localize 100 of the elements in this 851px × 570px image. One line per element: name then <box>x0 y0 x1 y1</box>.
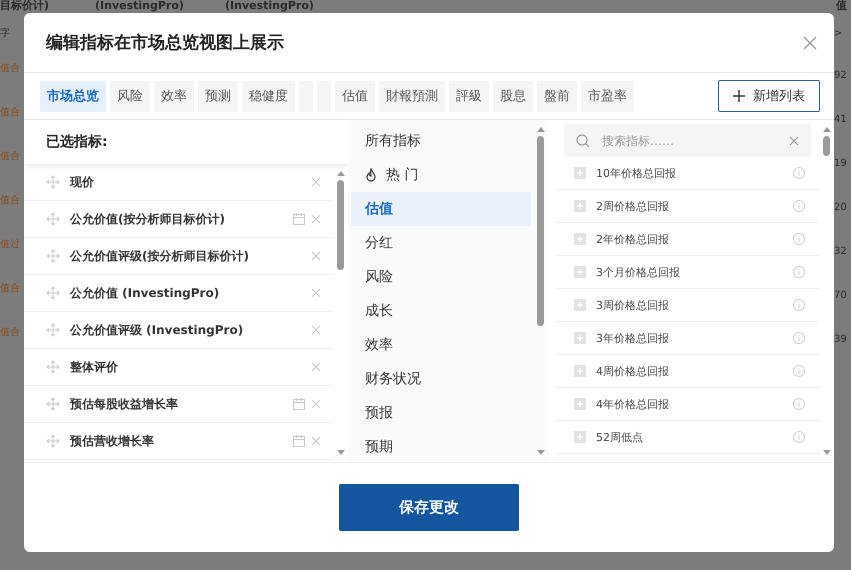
metric-option[interactable]: 2周价格总回报 <box>596 198 783 214</box>
scrollbar-thumb[interactable] <box>823 136 830 156</box>
scroll-up-icon[interactable] <box>822 126 830 132</box>
add-icon[interactable] <box>574 299 586 311</box>
tab[interactable]: 风险 <box>110 80 150 112</box>
remove-icon[interactable] <box>311 251 321 261</box>
category-item[interactable]: 财务状况 <box>351 362 531 396</box>
add-icon[interactable] <box>574 233 586 245</box>
drag-handle-icon[interactable] <box>46 434 60 448</box>
metric-option[interactable]: 3周价格总回报 <box>596 298 783 312</box>
category-item[interactable]: 分红 <box>351 226 531 260</box>
metric-option[interactable]: 4周价格总回报 <box>596 364 783 378</box>
metric-option[interactable]: 10年价格总回报 <box>596 166 783 180</box>
drag-handle-icon[interactable] <box>46 286 60 300</box>
tab[interactable]: 估值 <box>335 80 375 112</box>
info-icon[interactable] <box>793 431 805 443</box>
add-icon[interactable] <box>574 200 586 212</box>
selected-metric-row[interactable]: 整体评价 <box>24 349 333 386</box>
add-icon[interactable] <box>574 332 586 344</box>
add-icon[interactable] <box>574 365 586 377</box>
flame-icon <box>365 168 377 182</box>
add-list-button[interactable]: 新增列表 <box>718 80 820 112</box>
metric-option[interactable]: 4年价格总回报 <box>596 396 783 412</box>
category-item[interactable]: 风险 <box>351 260 531 294</box>
remove-icon[interactable] <box>311 214 321 224</box>
drag-handle-icon[interactable] <box>46 175 60 189</box>
info-icon[interactable] <box>793 266 805 278</box>
metric-option[interactable]: 3个月价格总回报 <box>596 264 783 280</box>
clear-icon[interactable] <box>789 136 799 146</box>
rating-text: 值合 <box>0 106 21 120</box>
table-header-text: 值 <box>836 0 847 12</box>
search-field[interactable]: 搜索指标…… <box>564 124 811 157</box>
category-item[interactable]: 所有指标 <box>351 124 531 158</box>
metric-option[interactable]: 52周低点 <box>596 430 783 444</box>
selected-metric-row[interactable]: 公允价值(按分析师目标价计) <box>24 201 333 238</box>
scroll-down-icon[interactable] <box>336 450 344 456</box>
category-item[interactable]: 热 门 <box>351 158 531 192</box>
tab[interactable]: 股息 <box>493 80 533 112</box>
calendar-icon[interactable] <box>293 435 305 447</box>
drag-handle-icon[interactable] <box>46 212 60 226</box>
add-icon[interactable] <box>574 398 586 410</box>
category-item[interactable]: 预报 <box>351 396 531 430</box>
info-icon[interactable] <box>793 398 805 410</box>
rating-text: 值合 <box>0 282 21 296</box>
metric-name: 公允价值(按分析师目标价计) <box>70 210 226 228</box>
info-icon[interactable] <box>793 233 805 245</box>
selected-metric-row[interactable]: 公允价值 (InvestingPro) <box>24 275 333 312</box>
info-icon[interactable] <box>793 167 805 179</box>
metric-option[interactable]: 3年价格总回报 <box>596 330 783 346</box>
scroll-up-icon[interactable] <box>336 170 344 176</box>
scrollbar-thumb[interactable] <box>537 136 544 326</box>
selected-metric-row[interactable]: 现价 <box>24 164 333 201</box>
drag-handle-icon[interactable] <box>46 323 60 337</box>
remove-icon[interactable] <box>311 325 321 335</box>
scroll-down-icon[interactable] <box>822 450 830 456</box>
table-header-text: (InvestingPro) <box>95 0 184 12</box>
remove-icon[interactable] <box>311 362 321 372</box>
tab[interactable]: 效率 <box>154 80 194 112</box>
calendar-icon[interactable] <box>293 213 305 225</box>
table-cell-text: 20 <box>834 200 848 214</box>
info-icon[interactable] <box>793 299 805 311</box>
category-item[interactable]: 效率 <box>351 328 531 362</box>
tab[interactable]: 評級 <box>449 80 489 112</box>
tab[interactable]: 预测 <box>198 80 238 112</box>
category-item[interactable]: 成长 <box>351 294 531 328</box>
info-icon[interactable] <box>793 365 805 377</box>
search-input[interactable]: 搜索指标…… <box>600 132 779 148</box>
tab[interactable]: 市盈率 <box>581 80 634 112</box>
selected-metric-row[interactable]: 预估每股收益增长率 <box>24 386 333 423</box>
remove-icon[interactable] <box>311 399 321 409</box>
drag-handle-icon[interactable] <box>46 249 60 263</box>
tab[interactable]: 財報預測 <box>379 80 445 112</box>
remove-icon[interactable] <box>311 436 321 446</box>
add-icon[interactable] <box>574 266 586 278</box>
table-cell-text: 32 <box>834 244 848 258</box>
metric-option[interactable]: 2年价格总回报 <box>596 232 783 246</box>
info-icon[interactable] <box>793 332 805 344</box>
selected-metric-row[interactable]: 公允价值评级 (InvestingPro) <box>24 312 333 349</box>
remove-icon[interactable] <box>311 177 321 187</box>
info-icon[interactable] <box>793 200 805 212</box>
category-item[interactable]: 预期 <box>351 430 531 464</box>
calendar-icon[interactable] <box>293 398 305 410</box>
scroll-down-icon[interactable] <box>536 450 544 456</box>
add-icon[interactable] <box>574 167 586 179</box>
close-icon[interactable] <box>803 36 817 50</box>
drag-handle-icon[interactable] <box>46 360 60 374</box>
tab[interactable]: 市场总览 <box>40 80 106 112</box>
remove-icon[interactable] <box>311 288 321 298</box>
tab[interactable]: 盤前 <box>537 80 577 112</box>
drag-handle-icon[interactable] <box>46 397 60 411</box>
selected-metric-row[interactable]: 公允价值评级(按分析师目标价计) <box>24 238 333 275</box>
metric-name: 公允价值 (InvestingPro) <box>70 284 220 302</box>
selected-metric-row[interactable]: 预估营收增长率 <box>24 423 333 460</box>
category-item[interactable]: 估值 <box>351 192 531 226</box>
save-button[interactable]: 保存更改 <box>339 484 519 531</box>
table-cell-text: 19 <box>834 156 848 170</box>
add-icon[interactable] <box>574 431 586 443</box>
scrollbar-thumb[interactable] <box>337 180 344 270</box>
tab[interactable]: 稳健度 <box>242 80 295 112</box>
scroll-up-icon[interactable] <box>536 126 544 132</box>
